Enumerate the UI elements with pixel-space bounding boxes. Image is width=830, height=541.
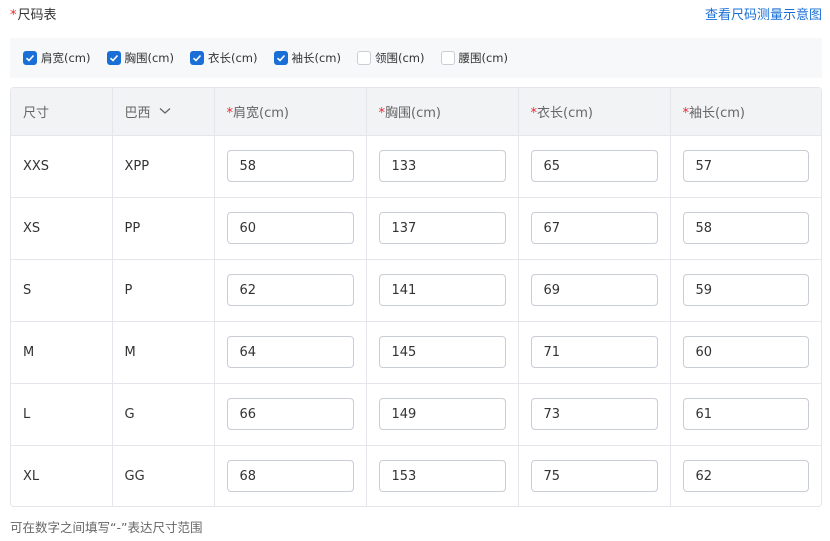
column-header-chest: *胸围(cm) — [366, 88, 519, 136]
checkbox-label: 衣长(cm) — [208, 51, 258, 65]
checkbox-box[interactable] — [440, 51, 455, 65]
region-size-cell: M — [112, 321, 215, 384]
shoulder-input[interactable] — [226, 212, 354, 244]
length-input[interactable] — [530, 150, 658, 182]
region-size-cell: P — [112, 259, 215, 322]
size-cell: M — [11, 321, 113, 384]
region-size-cell: XPP — [112, 135, 215, 198]
shoulder-input[interactable] — [226, 274, 354, 306]
measurement-checkbox-bar: 肩宽(cm) 胸围(cm) 衣长(cm) 袖长(cm) 领围(cm) 腰围(cm… — [10, 38, 822, 78]
region-size-cell: G — [112, 383, 215, 446]
sleeve-input[interactable] — [682, 336, 809, 368]
checkbox-neck[interactable]: 领围(cm) — [357, 50, 425, 66]
size-cell: XL — [11, 445, 113, 506]
column-header-sleeve: *袖长(cm) — [670, 88, 821, 136]
column-header-label: 肩宽(cm) — [233, 105, 289, 121]
sleeve-input[interactable] — [682, 212, 809, 244]
sleeve-input[interactable] — [682, 274, 809, 306]
checkbox-box[interactable] — [273, 51, 288, 65]
sleeve-input[interactable] — [682, 150, 809, 182]
size-table: 尺寸 巴西 *肩宽(cm) *胸围(cm) *衣长(cm) *袖长(cm) XX… — [10, 87, 822, 507]
view-size-guide-link[interactable]: 查看尺码测量示意图 — [705, 6, 822, 26]
region-select-value: 巴西 — [124, 105, 151, 121]
chest-input[interactable] — [378, 460, 506, 493]
shoulder-input[interactable] — [226, 336, 354, 368]
column-header-label: 袖长(cm) — [689, 105, 745, 121]
section-title: *尺码表 — [10, 6, 57, 26]
column-header-label: 衣长(cm) — [537, 105, 593, 121]
table-row: M M — [11, 321, 821, 384]
checkbox-label: 胸围(cm) — [124, 51, 175, 65]
check-icon — [192, 54, 202, 62]
column-header-label: 胸围(cm) — [385, 105, 441, 121]
checkbox-label: 领围(cm) — [375, 51, 425, 65]
table-row: S P — [11, 259, 821, 322]
checkbox-label: 腰围(cm) — [458, 51, 509, 65]
region-size-cell: GG — [112, 445, 215, 506]
table-row: XXS XPP — [11, 135, 821, 198]
shoulder-input[interactable] — [226, 150, 354, 182]
column-header-size: 尺寸 — [11, 88, 113, 136]
region-size-cell: PP — [112, 197, 215, 260]
shoulder-input[interactable] — [226, 460, 354, 493]
checkbox-shoulder[interactable]: 肩宽(cm) — [23, 50, 91, 66]
length-input[interactable] — [530, 274, 658, 306]
checkbox-chest[interactable]: 胸围(cm) — [106, 50, 175, 66]
section-title-text: 尺码表 — [17, 8, 57, 23]
checkbox-length[interactable]: 衣长(cm) — [190, 50, 258, 66]
table-row: XS PP — [11, 197, 821, 260]
sleeve-input[interactable] — [682, 398, 809, 430]
chest-input[interactable] — [378, 398, 506, 430]
length-input[interactable] — [530, 398, 658, 430]
section-header: *尺码表 查看尺码测量示意图 — [10, 6, 822, 26]
column-header-region[interactable]: 巴西 — [112, 88, 215, 136]
checkbox-label: 肩宽(cm) — [41, 51, 91, 65]
length-input[interactable] — [530, 460, 658, 493]
required-mark: * — [10, 8, 17, 23]
length-input[interactable] — [530, 212, 658, 244]
shoulder-input[interactable] — [226, 398, 354, 430]
size-table-grid: 尺寸 巴西 *肩宽(cm) *胸围(cm) *衣长(cm) *袖长(cm) XX… — [11, 88, 821, 506]
size-cell: XS — [11, 197, 113, 260]
checkbox-box[interactable] — [357, 51, 371, 65]
size-cell: S — [11, 259, 113, 322]
check-icon — [25, 54, 35, 62]
column-header-shoulder: *肩宽(cm) — [214, 88, 367, 136]
sleeve-input[interactable] — [682, 460, 809, 493]
chest-input[interactable] — [378, 336, 506, 368]
range-hint-note: 可在数字之间填写“-”表达尺寸范围 — [10, 520, 203, 535]
checkbox-waist[interactable]: 腰围(cm) — [440, 50, 509, 66]
column-header-length: *衣长(cm) — [518, 88, 671, 136]
chevron-down-icon — [159, 108, 170, 115]
checkbox-sleeve[interactable]: 袖长(cm) — [273, 50, 342, 66]
length-input[interactable] — [530, 336, 658, 368]
table-row: XL GG — [11, 445, 821, 506]
size-cell: XXS — [11, 135, 113, 198]
check-icon — [276, 54, 285, 62]
checkbox-label: 袖长(cm) — [291, 51, 342, 65]
region-select[interactable]: 巴西 — [125, 102, 171, 121]
checkbox-box[interactable] — [23, 51, 37, 65]
chest-input[interactable] — [378, 212, 506, 244]
check-icon — [109, 54, 118, 62]
size-cell: L — [11, 383, 113, 446]
checkbox-box[interactable] — [190, 51, 204, 65]
table-row: L G — [11, 383, 821, 446]
chest-input[interactable] — [378, 274, 506, 306]
table-header-row: 尺寸 巴西 *肩宽(cm) *胸围(cm) *衣长(cm) *袖长(cm) — [11, 88, 821, 136]
checkbox-box[interactable] — [106, 51, 121, 65]
chest-input[interactable] — [378, 150, 506, 182]
